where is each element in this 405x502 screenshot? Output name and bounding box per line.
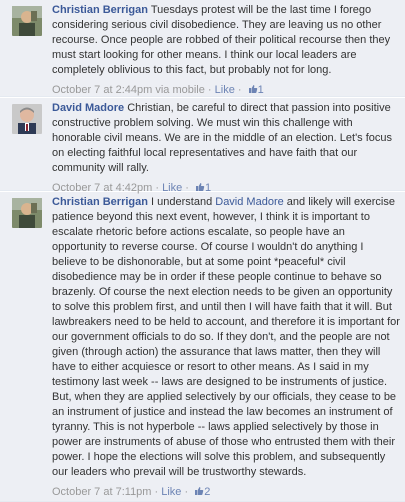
person-photo-icon xyxy=(12,6,42,36)
comment-timestamp[interactable]: October 7 at 2:44pm via mobile xyxy=(52,84,205,96)
comment-author-link[interactable]: Christian Berrigan xyxy=(52,4,148,16)
like-count-link[interactable]: 2 xyxy=(191,486,210,498)
like-count-link[interactable]: 1 xyxy=(245,84,264,96)
comment-author-link[interactable]: David Madore xyxy=(52,102,124,114)
profile-picture-christian[interactable] xyxy=(12,6,42,36)
like-count: 1 xyxy=(257,84,264,96)
thumbs-up-icon xyxy=(195,487,204,495)
comment-author-link[interactable]: Christian Berrigan xyxy=(52,196,148,208)
like-link[interactable]: Like xyxy=(161,486,181,498)
like-link[interactable]: Like xyxy=(215,84,235,96)
comment-meta: October 7 at 7:11pm · Like · 2 xyxy=(52,485,401,499)
mention-link[interactable]: David Madore xyxy=(215,196,283,208)
comment-text-after: and likely will exercise patience beyond… xyxy=(52,196,400,478)
comment: David Madore Christian, be careful to di… xyxy=(0,98,405,194)
profile-picture-david[interactable] xyxy=(12,104,42,134)
thumbs-up-icon xyxy=(248,85,257,93)
thumbs-up-icon xyxy=(196,183,205,191)
comment-meta: October 7 at 2:44pm via mobile · Like · … xyxy=(52,83,401,97)
like-count: 2 xyxy=(204,486,211,498)
comment: Christian Berrigan I understand David Ma… xyxy=(0,192,405,502)
comment: Christian Berrigan Tuesdays protest will… xyxy=(0,0,405,97)
comment-timestamp[interactable]: October 7 at 7:11pm xyxy=(52,486,151,498)
separator-dot: · xyxy=(181,486,192,498)
comment-thread: Christian Berrigan Tuesdays protest will… xyxy=(0,0,405,502)
person-photo-icon xyxy=(12,198,42,228)
comment-text-before: I understand xyxy=(151,196,216,208)
person-photo-icon xyxy=(12,104,42,134)
separator-dot: · xyxy=(204,84,215,96)
separator-dot: · xyxy=(234,84,245,96)
separator-dot: · xyxy=(151,486,162,498)
profile-picture-christian[interactable] xyxy=(12,198,42,228)
